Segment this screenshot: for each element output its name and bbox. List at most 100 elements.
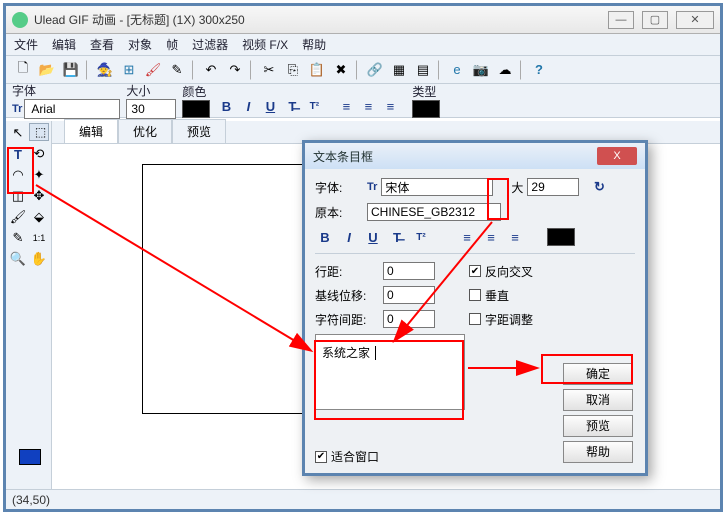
bold-button[interactable]: B (216, 97, 236, 117)
font-label: 字体 (12, 82, 36, 99)
move-tool-icon[interactable]: ✥ (29, 186, 49, 206)
vertical-checkbox[interactable] (469, 289, 481, 301)
strike-button[interactable]: T̶ (282, 97, 302, 117)
d-align-right-button[interactable]: ≡ (505, 227, 525, 247)
reverse-label: 反向交叉 (485, 263, 533, 280)
menubar: 文件 编辑 查看 对象 帧 过滤器 视频 F/X 帮助 (6, 34, 720, 56)
zoom11-tool-icon[interactable]: 1:1 (29, 228, 49, 248)
color-swatch[interactable] (182, 100, 210, 118)
bucket-tool-icon[interactable]: ⬙ (29, 207, 49, 227)
type-swatch[interactable] (412, 100, 440, 118)
underline-button[interactable]: U (260, 97, 280, 117)
new-icon[interactable]: 🗋 (12, 59, 34, 81)
size-label: 大小 (126, 82, 150, 99)
d-strike-button[interactable]: T̶ (387, 227, 407, 247)
text-input[interactable]: 系统之家 (315, 334, 465, 410)
delete-icon[interactable]: ✖ (330, 59, 352, 81)
wizard-icon[interactable]: 🧙 (94, 59, 116, 81)
menu-video-fx[interactable]: 视频 F/X (242, 36, 288, 53)
frame-icon[interactable]: ⊞ (118, 59, 140, 81)
d-super-button[interactable]: T² (411, 227, 431, 247)
super-button[interactable]: T² (304, 97, 324, 117)
ok-button[interactable]: 确定 (563, 363, 633, 385)
wand-tool-icon[interactable]: ✦ (29, 165, 49, 185)
menu-file[interactable]: 文件 (14, 36, 38, 53)
camera-icon[interactable]: 📷 (470, 59, 492, 81)
separator (520, 60, 524, 80)
link-icon[interactable]: 🔗 (364, 59, 386, 81)
cut-icon[interactable]: ✂ (258, 59, 280, 81)
reverse-checkbox[interactable]: ✔ (469, 265, 481, 277)
paint-tool-icon[interactable]: 🖌 (8, 207, 28, 227)
close-button[interactable]: ✕ (676, 11, 714, 29)
separator (192, 60, 196, 80)
text-entry-dialog: 文本条目框 X 字体: Tr 大 ↻ 原本: B I U T̶ T² ≡ ≡ ≡ (302, 140, 648, 476)
kerning-label: 字符间距: (315, 311, 379, 328)
redo-icon[interactable]: ↷ (224, 59, 246, 81)
lasso-tool-icon[interactable]: ◠ (8, 165, 28, 185)
hand-tool-icon[interactable]: ✋ (29, 249, 49, 269)
menu-view[interactable]: 查看 (90, 36, 114, 53)
eyedropper-icon[interactable]: ✎ (166, 59, 188, 81)
d-align-left-button[interactable]: ≡ (457, 227, 477, 247)
line-spacing-input[interactable] (383, 262, 435, 280)
vertical-label: 垂直 (485, 287, 509, 304)
picker-tool-icon[interactable]: ✎ (8, 228, 28, 248)
size-select[interactable] (126, 99, 176, 119)
fit-window-checkbox[interactable]: ✔ (315, 451, 327, 463)
copy-icon[interactable]: ⎘ (282, 59, 304, 81)
align-center-button[interactable]: ≡ (358, 97, 378, 117)
d-align-center-button[interactable]: ≡ (481, 227, 501, 247)
align-right-button[interactable]: ≡ (380, 97, 400, 117)
dialog-charset-select[interactable] (367, 203, 501, 221)
brush-icon[interactable]: 🖌 (142, 59, 164, 81)
menu-help[interactable]: 帮助 (302, 36, 326, 53)
fg-color-swatch[interactable] (19, 449, 41, 465)
italic-button[interactable]: I (238, 97, 258, 117)
menu-edit[interactable]: 编辑 (52, 36, 76, 53)
arrow-tool-icon[interactable]: ↖ (8, 123, 28, 143)
crop-tool-icon[interactable]: ◫ (8, 186, 28, 206)
paste-icon[interactable]: 📋 (306, 59, 328, 81)
dialog-size-select[interactable] (527, 178, 579, 196)
dialog-close-button[interactable]: X (597, 147, 637, 165)
grid-icon[interactable]: ▦ (388, 59, 410, 81)
font-select[interactable] (24, 99, 120, 119)
d-bold-button[interactable]: B (315, 227, 335, 247)
transform-tool-icon[interactable]: ⬚ (29, 123, 49, 141)
d-color-swatch[interactable] (547, 228, 575, 246)
minimize-button[interactable]: — (608, 11, 634, 29)
preview-button[interactable]: 预览 (563, 415, 633, 437)
undo-icon[interactable]: ↶ (200, 59, 222, 81)
window-title: Ulead GIF 动画 - [无标题] (1X) 300x250 (34, 11, 608, 28)
baseline-input[interactable] (383, 286, 435, 304)
help-button[interactable]: 帮助 (563, 441, 633, 463)
d-italic-button[interactable]: I (339, 227, 359, 247)
open-icon[interactable]: 📂 (36, 59, 58, 81)
cancel-button[interactable]: 取消 (563, 389, 633, 411)
tab-optimize[interactable]: 优化 (118, 119, 172, 143)
d-underline-button[interactable]: U (363, 227, 383, 247)
menu-filter[interactable]: 过滤器 (192, 36, 228, 53)
refresh-icon[interactable]: ↻ (589, 177, 609, 197)
rotate-tool-icon[interactable]: ⟲ (29, 144, 49, 164)
cloud-icon[interactable]: ☁ (494, 59, 516, 81)
view-icon[interactable]: ▤ (412, 59, 434, 81)
kerning-input[interactable] (383, 310, 435, 328)
color-panel (11, 441, 47, 481)
dialog-font-select[interactable] (381, 178, 493, 196)
kern-adj-checkbox[interactable] (469, 313, 481, 325)
help-icon[interactable]: ? (528, 59, 550, 81)
fit-window-label: 适合窗口 (331, 448, 379, 465)
save-icon[interactable]: 💾 (60, 59, 82, 81)
dialog-titlebar: 文本条目框 X (305, 143, 645, 169)
text-tool-icon[interactable]: T (8, 144, 28, 164)
tab-edit[interactable]: 编辑 (64, 119, 118, 143)
menu-object[interactable]: 对象 (128, 36, 152, 53)
zoom-tool-icon[interactable]: 🔍 (8, 249, 28, 269)
ie-icon[interactable]: e (446, 59, 468, 81)
maximize-button[interactable]: ▢ (642, 11, 668, 29)
tab-preview[interactable]: 预览 (172, 119, 226, 143)
align-left-button[interactable]: ≡ (336, 97, 356, 117)
menu-frame[interactable]: 帧 (166, 36, 178, 53)
